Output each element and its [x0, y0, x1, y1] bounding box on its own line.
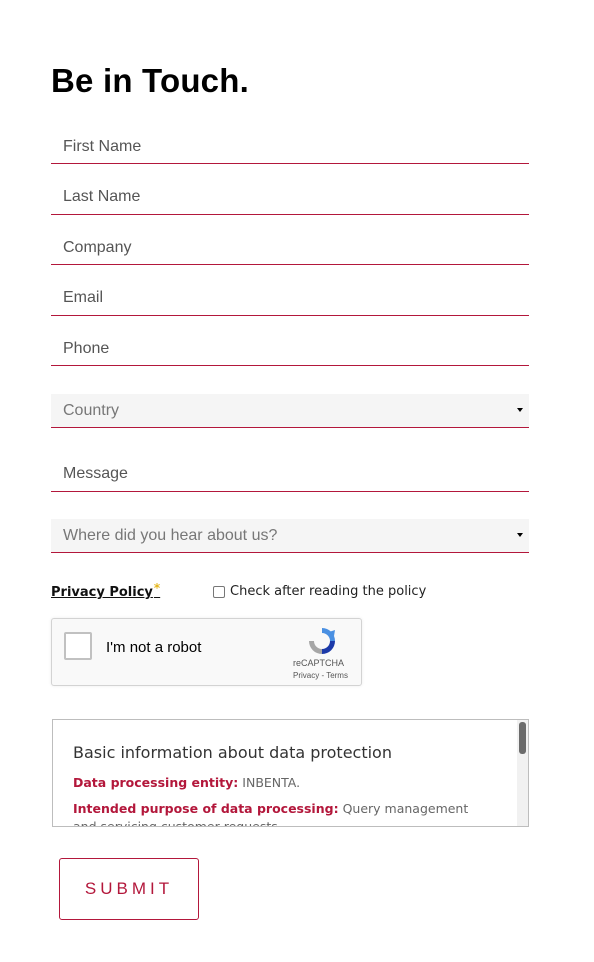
- phone-field[interactable]: [51, 332, 529, 366]
- recaptcha-widget: I'm not a robot reCAPTCHA Privacy - Term…: [51, 618, 362, 686]
- country-select-value: Country: [63, 402, 120, 419]
- country-select[interactable]: Country: [51, 394, 529, 428]
- submit-button[interactable]: SUBMIT: [59, 858, 199, 920]
- entity-label: Data processing entity:: [73, 775, 239, 790]
- recaptcha-label: I'm not a robot: [106, 639, 202, 656]
- entity-value: INBENTA.: [242, 775, 301, 790]
- recaptcha-brand: reCAPTCHA: [293, 658, 345, 668]
- data-processing-entity: Data processing entity: INBENTA.: [73, 775, 300, 790]
- page-title: Be in Touch.: [51, 62, 249, 99]
- data-protection-box: Basic information about data protection …: [52, 719, 529, 827]
- recaptcha-checkbox[interactable]: [64, 632, 92, 660]
- recaptcha-links[interactable]: Privacy - Terms: [293, 671, 348, 680]
- privacy-policy-wrapper: Privacy Policy*: [51, 581, 160, 600]
- recaptcha-logo-icon: [309, 628, 335, 654]
- required-asterisk: *: [153, 581, 161, 595]
- email-field[interactable]: [51, 281, 529, 316]
- first-name-field[interactable]: [51, 130, 529, 164]
- purpose-label: Intended purpose of data processing:: [73, 801, 339, 816]
- company-field[interactable]: [51, 231, 529, 265]
- processing-purpose: Intended purpose of data processing: Que…: [73, 800, 493, 826]
- privacy-policy-link[interactable]: Privacy Policy: [51, 585, 153, 600]
- last-name-field[interactable]: [51, 180, 529, 215]
- scrollbar-thumb[interactable]: [519, 722, 526, 754]
- data-protection-heading: Basic information about data protection: [73, 743, 392, 762]
- policy-checkbox-label: Check after reading the policy: [230, 584, 427, 599]
- policy-checkbox-row[interactable]: Check after reading the policy: [213, 584, 426, 599]
- caret-down-icon: [517, 408, 523, 412]
- message-field[interactable]: [51, 457, 529, 492]
- policy-checkbox[interactable]: [213, 585, 225, 598]
- caret-down-icon: [517, 533, 523, 537]
- referral-source-select-value: Where did you hear about us?: [63, 527, 278, 544]
- referral-source-select[interactable]: Where did you hear about us?: [51, 519, 529, 553]
